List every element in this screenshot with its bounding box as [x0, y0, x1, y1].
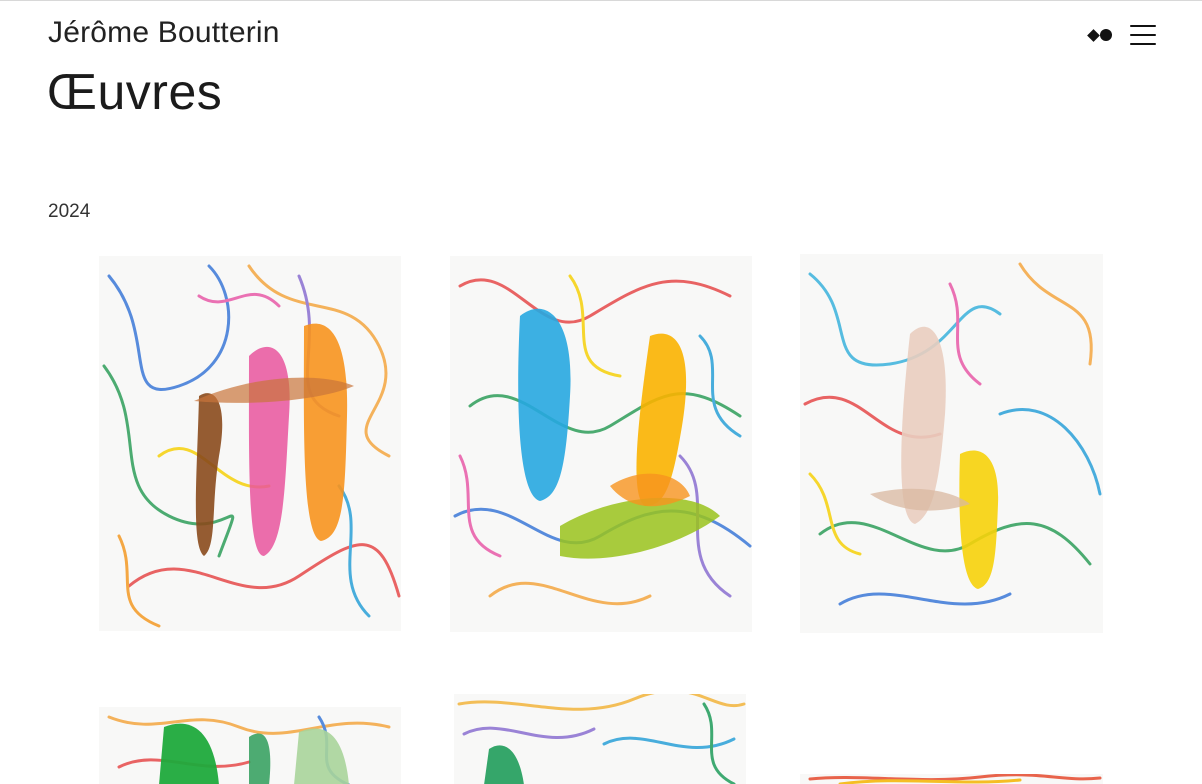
- artwork-6[interactable]: [800, 774, 1103, 784]
- artwork-2-image: [453, 274, 752, 606]
- page: Jérôme Boutterin Œuvres 2024: [0, 0, 1202, 784]
- artwork-1-image: [102, 264, 401, 628]
- menu-bar: [1130, 34, 1156, 36]
- site-title[interactable]: Jérôme Boutterin: [48, 16, 280, 50]
- year-heading: 2024: [48, 201, 91, 222]
- header-icons: [1087, 25, 1156, 45]
- menu-icon[interactable]: [1130, 25, 1156, 45]
- menu-bar: [1130, 25, 1156, 27]
- artwork-4[interactable]: [99, 707, 401, 784]
- artwork-5[interactable]: [454, 694, 746, 784]
- page-title: Œuvres: [47, 64, 223, 120]
- dot-shape: [1100, 29, 1112, 41]
- artwork-6-image: [808, 774, 1102, 784]
- artwork-3-image: [803, 262, 1102, 606]
- artwork-1[interactable]: [99, 256, 401, 631]
- artwork-5-image: [457, 694, 746, 784]
- diamond-shape: [1087, 28, 1100, 42]
- artwork-3[interactable]: [800, 254, 1103, 633]
- artwork-2[interactable]: [450, 256, 752, 632]
- menu-bar: [1130, 43, 1156, 45]
- artwork-4-image: [107, 715, 391, 784]
- diamond-dot-icon[interactable]: [1087, 28, 1112, 42]
